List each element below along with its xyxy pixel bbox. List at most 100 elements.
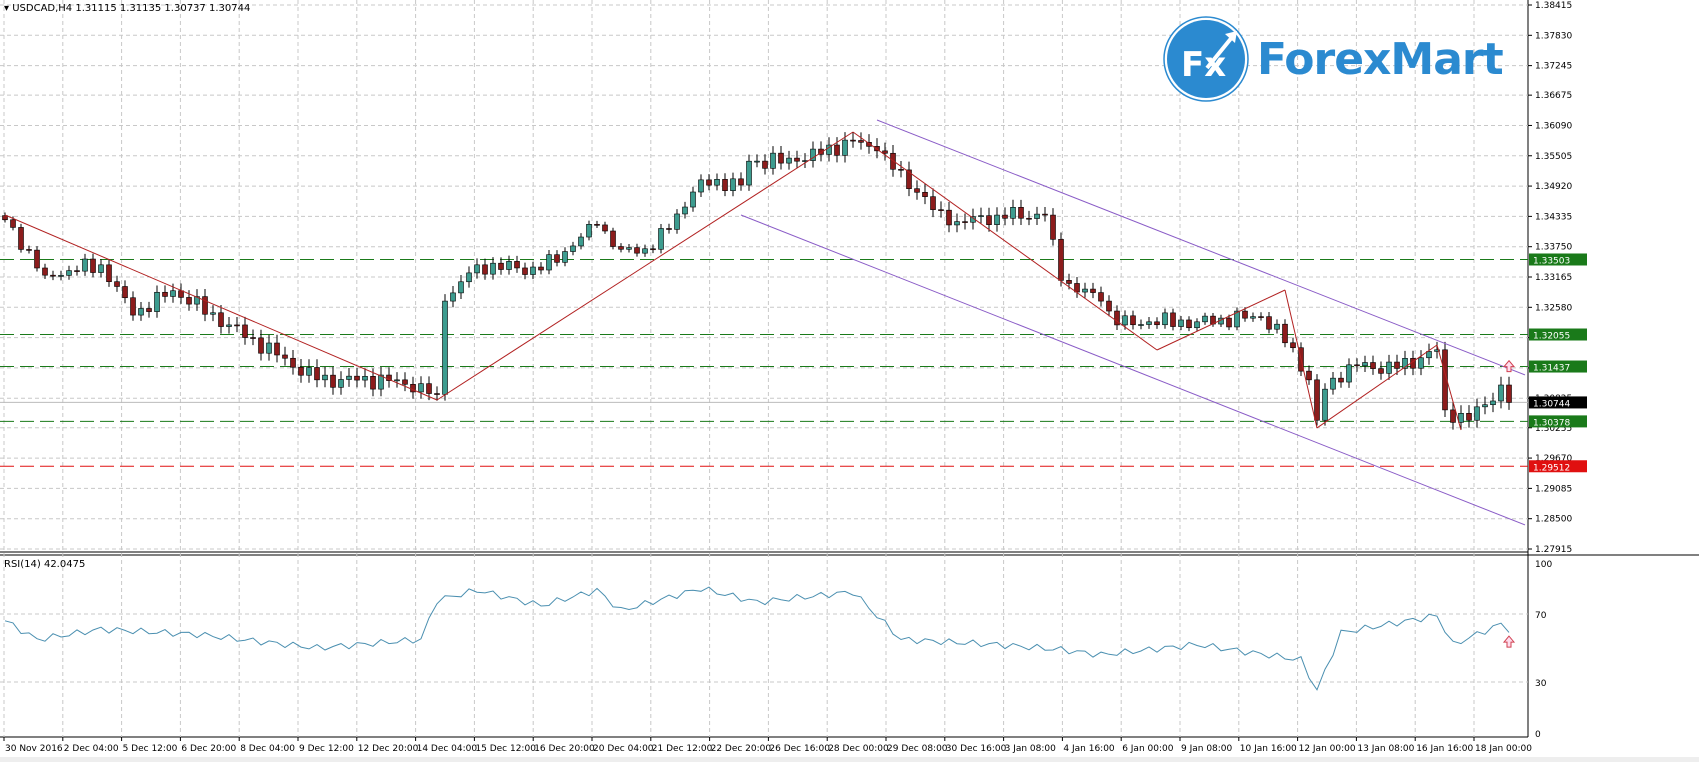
level-label: 1.31437 (1533, 364, 1570, 374)
bull-candle-body (226, 324, 232, 327)
bear-candle-body (618, 246, 624, 250)
bull-candle-body (154, 291, 160, 312)
bull-candle-body (1498, 384, 1504, 402)
x-tick-label: 21 Dec 12:00 (652, 744, 713, 754)
bear-candle-body (962, 221, 968, 223)
x-tick-label: 6 Jan 00:00 (1122, 744, 1174, 754)
bull-candle-body (338, 379, 344, 388)
bear-candle-body (298, 366, 304, 376)
bull-candle-body (1178, 319, 1184, 327)
bear-candle-body (1314, 379, 1320, 421)
x-tick-label: 22 Dec 20:00 (711, 744, 772, 754)
bear-candle-body (202, 296, 208, 315)
bull-candle-body (474, 264, 480, 274)
bear-candle-body (1266, 316, 1272, 330)
bull-candle-body (1474, 406, 1480, 421)
bull-candle-body (1194, 321, 1200, 329)
bear-candle-body (706, 179, 712, 186)
bull-candle-body (570, 245, 576, 252)
bear-candle-body (250, 337, 256, 339)
y-tick-label: 1.36675 (1535, 91, 1572, 101)
bear-candle-body (426, 383, 432, 394)
bull-candle-body (58, 275, 64, 277)
rsi-arrow-icon (1502, 635, 1516, 648)
bear-candle-body (1154, 321, 1160, 326)
bear-candle-body (514, 261, 520, 269)
price-chart[interactable]: 1.38415 1.37830 1.37245 1.36675 1.36090 1.355… (0, 0, 1699, 762)
bull-candle-body (842, 139, 848, 156)
bear-candle-body (778, 152, 784, 164)
bear-candle-body (1394, 361, 1400, 369)
rsi-level-label: 100 (1535, 560, 1552, 570)
x-tick-label: 26 Dec 16:00 (769, 744, 830, 754)
candle (1322, 383, 1328, 426)
bear-candle-body (1066, 280, 1072, 284)
bull-candle-body (578, 236, 584, 247)
bear-candle-body (1002, 214, 1008, 219)
candle (18, 223, 24, 253)
x-tick-label: 8 Dec 04:00 (240, 744, 295, 754)
bull-candle-body (1426, 351, 1432, 359)
bull-candle-body (1138, 324, 1144, 326)
bear-candle-body (602, 224, 608, 232)
bear-candle-body (538, 266, 544, 271)
bull-candle-body (506, 261, 512, 270)
bull-candle-body (586, 224, 592, 238)
bear-candle-body (1506, 384, 1512, 403)
bull-candle-body (674, 213, 680, 230)
bull-candle-body (1146, 321, 1152, 325)
ohlc-values: 1.31115 1.31135 1.30737 1.30744 (75, 3, 251, 14)
dropdown-arrow-icon[interactable]: ▾ (4, 3, 9, 14)
status-strip (0, 757, 1699, 762)
x-tick-label: 4 Jan 16:00 (1063, 744, 1115, 754)
bear-candle-body (498, 262, 504, 270)
bear-candle-body (114, 281, 120, 287)
fx-logo-icon: Fx (1163, 16, 1249, 102)
bear-candle-body (1258, 316, 1264, 318)
y-tick-label: 1.29085 (1535, 484, 1572, 494)
bear-candle-body (1354, 364, 1360, 367)
bear-candle-body (922, 191, 928, 197)
bear-candle-body (146, 308, 152, 312)
x-tick-label: 6 Dec 20:00 (181, 744, 236, 754)
logo-text: ForexMart (1257, 33, 1504, 85)
bear-candle-body (482, 264, 488, 275)
bear-candle-body (1370, 362, 1376, 369)
bull-candle-body (66, 270, 72, 276)
bear-candle-body (722, 179, 728, 191)
x-tick-label: 9 Jan 08:00 (1181, 744, 1233, 754)
bull-candle-body (394, 379, 400, 382)
bull-candle-body (698, 179, 704, 193)
x-tick-label: 10 Jan 16:00 (1240, 744, 1297, 754)
candle (1314, 374, 1320, 426)
bear-candle-body (946, 209, 952, 226)
bear-candle-body (10, 219, 16, 228)
x-tick-label: 20 Dec 04:00 (593, 744, 654, 754)
bull-candle-body (490, 262, 496, 275)
bear-candle-body (234, 324, 240, 327)
x-tick-label: 14 Dec 04:00 (417, 744, 478, 754)
bear-candle-body (26, 249, 32, 251)
bear-candle-body (290, 357, 296, 368)
symbol-label: USDCAD,H4 (12, 3, 73, 14)
bull-candle-body (690, 191, 696, 208)
bull-candle-body (1162, 312, 1168, 326)
bear-candle-body (282, 354, 288, 359)
x-tick-label: 30 Dec 16:00 (946, 744, 1007, 754)
y-tick-label: 1.27915 (1535, 545, 1572, 555)
x-tick-label: 2 Dec 04:00 (64, 744, 119, 754)
bear-candle-body (218, 312, 224, 327)
bear-candle-body (50, 274, 56, 277)
bull-candle-body (730, 178, 736, 191)
candle (1234, 307, 1240, 331)
bear-candle-body (370, 376, 376, 390)
bear-candle-body (1226, 317, 1232, 328)
bear-candle-body (1338, 377, 1344, 383)
bull-candle-body (1322, 388, 1328, 421)
x-tick-label: 15 Dec 12:00 (475, 744, 536, 754)
bear-candle-body (1186, 319, 1192, 329)
bear-candle-body (122, 286, 128, 299)
bear-candle-body (610, 230, 616, 247)
bull-candle-body (346, 375, 352, 380)
bear-candle-body (1242, 310, 1248, 319)
